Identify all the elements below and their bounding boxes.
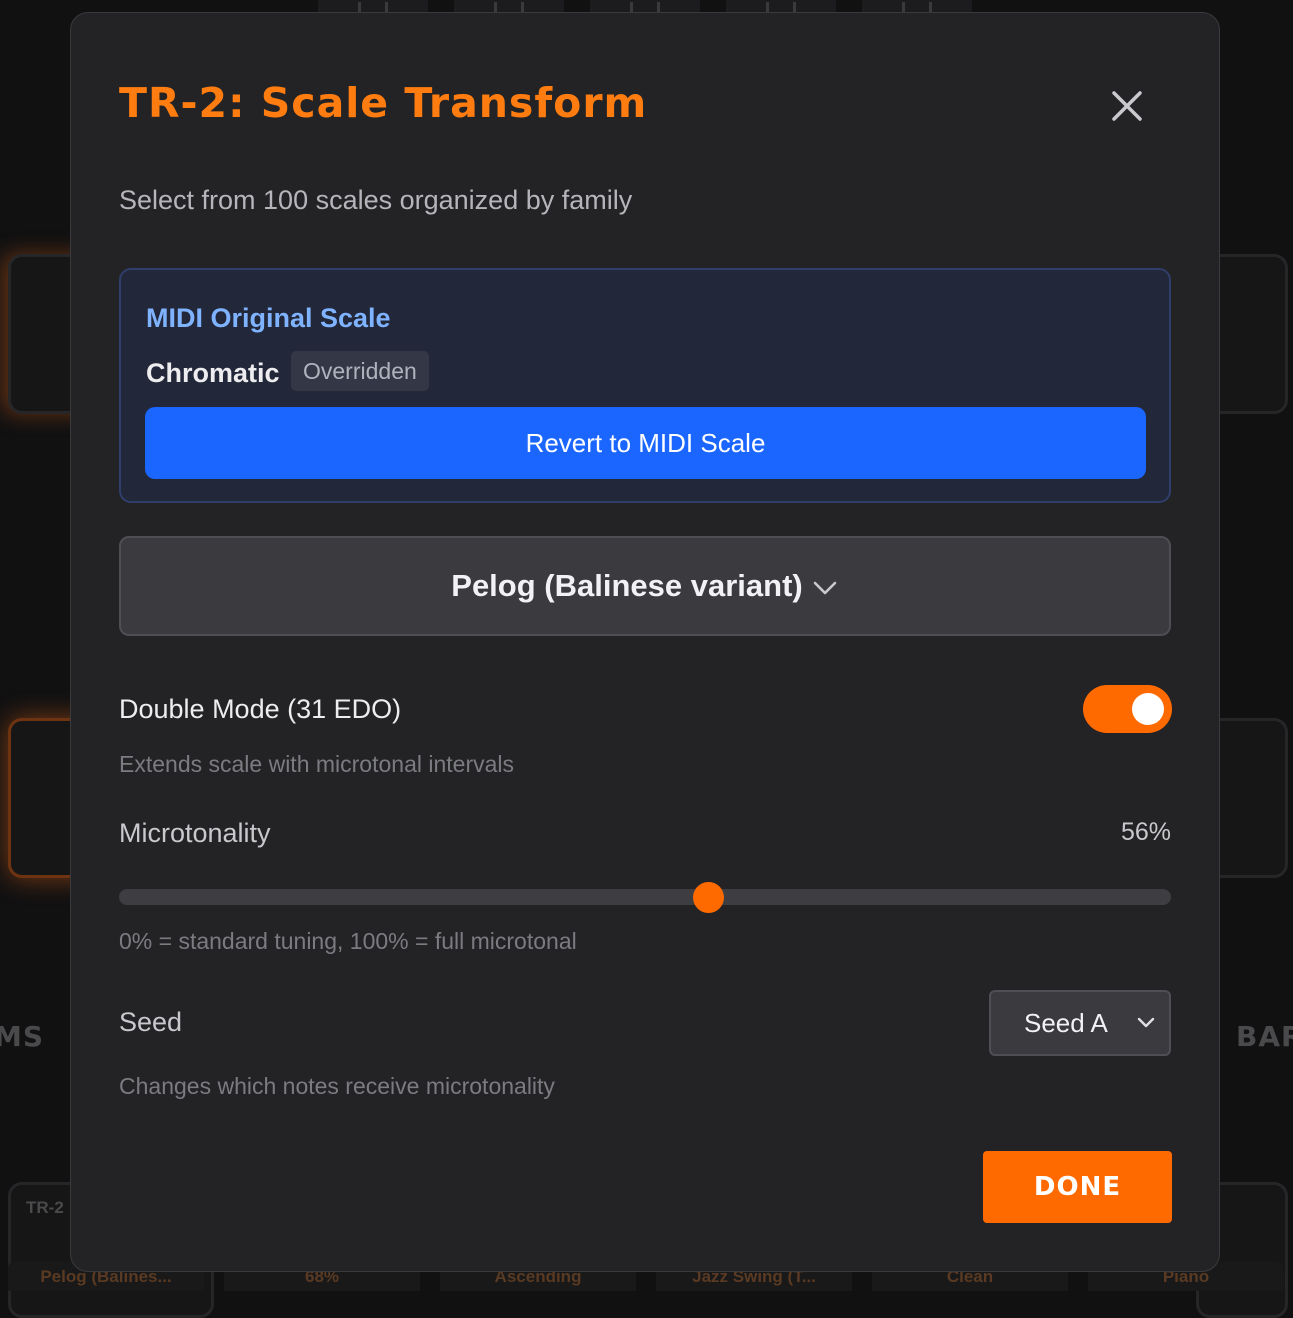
seed-select[interactable]: Seed A — [989, 990, 1171, 1056]
slider-thumb[interactable] — [693, 882, 725, 913]
chevron-down-icon — [1137, 1017, 1155, 1028]
revert-to-midi-scale-button[interactable]: Revert to MIDI Scale — [145, 407, 1146, 479]
scale-select[interactable]: Pelog (Balinese variant) — [119, 536, 1171, 636]
bg-section-heading: MS — [0, 1020, 45, 1053]
double-mode-toggle[interactable] — [1083, 685, 1172, 733]
scale-transform-modal: TR-2: Scale Transform Select from 100 sc… — [70, 12, 1220, 1272]
midi-original-panel: MIDI Original Scale Chromatic Overridden… — [119, 268, 1171, 503]
close-button[interactable] — [1105, 84, 1149, 128]
midi-original-scale-name: Chromatic — [146, 358, 280, 388]
modal-title: TR-2: Scale Transform — [119, 79, 648, 127]
scale-select-value: Pelog (Balinese variant) — [451, 568, 803, 603]
microtonality-label: Microtonality — [119, 818, 271, 848]
seed-hint: Changes which notes receive microtonalit… — [119, 1073, 555, 1099]
double-mode-hint: Extends scale with microtonal intervals — [119, 751, 514, 777]
microtonality-slider[interactable] — [119, 882, 1171, 913]
chevron-down-icon — [813, 581, 837, 595]
seed-select-value: Seed A — [1024, 1008, 1108, 1038]
microtonality-hint: 0% = standard tuning, 100% = full microt… — [119, 928, 577, 954]
done-button[interactable]: DONE — [983, 1151, 1172, 1223]
close-icon — [1112, 91, 1142, 121]
seed-label: Seed — [119, 1007, 183, 1037]
midi-original-heading: MIDI Original Scale — [146, 303, 391, 333]
double-mode-label: Double Mode (31 EDO) — [119, 694, 402, 724]
modal-subtitle: Select from 100 scales organized by fami… — [119, 185, 633, 215]
overridden-badge: Overridden — [291, 351, 429, 391]
bg-slot-label: TR-2 — [26, 1198, 64, 1217]
toggle-knob — [1132, 693, 1164, 725]
bg-section-heading: BAR — [1236, 1020, 1293, 1053]
microtonality-value: 56% — [1120, 818, 1171, 846]
